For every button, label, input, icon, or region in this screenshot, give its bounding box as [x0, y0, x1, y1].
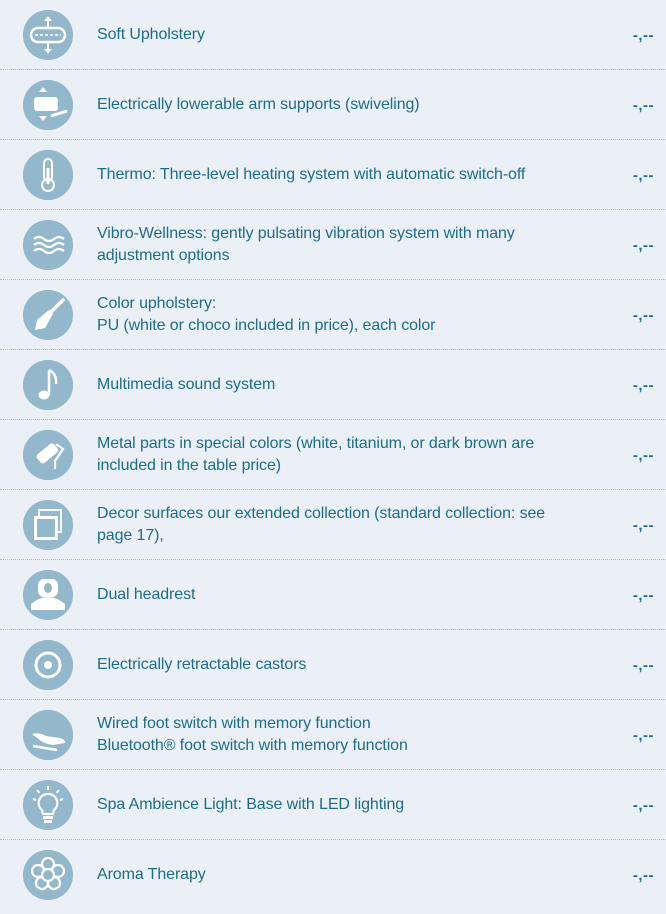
castor-icon — [23, 640, 73, 690]
list-item: Soft Upholstery -,-- — [0, 0, 666, 70]
item-label: Spa Ambience Light: Base with LED lighti… — [97, 796, 405, 813]
options-list: Soft Upholstery -,-- Electrically lowera… — [0, 0, 666, 914]
item-label: Vibro-Wellness: gently pulsating vibrati… — [97, 225, 515, 264]
list-item: Metal parts in special colors (white, ti… — [0, 420, 666, 490]
item-price: -,-- — [632, 306, 654, 324]
item-label: Color upholstery: PU (white or choco incl… — [97, 295, 436, 334]
list-item: Spa Ambience Light: Base with LED lighti… — [0, 770, 666, 840]
item-price: -,-- — [632, 516, 654, 534]
item-price: -,-- — [632, 166, 654, 184]
item-price: -,-- — [632, 656, 654, 674]
item-label: Dual headrest — [97, 586, 196, 603]
vibration-waves-icon — [23, 220, 73, 270]
item-label: Electrically retractable castors — [97, 656, 307, 673]
item-price: -,-- — [632, 376, 654, 394]
list-item: Color upholstery: PU (white or choco incl… — [0, 280, 666, 350]
item-price: -,-- — [632, 586, 654, 604]
thermometer-icon — [23, 150, 73, 200]
item-price: -,-- — [632, 866, 654, 884]
item-label: Electrically lowerable arm supports (swi… — [97, 96, 420, 113]
item-price: -,-- — [632, 96, 654, 114]
item-label: Metal parts in special colors (white, ti… — [97, 435, 535, 474]
list-item: Multimedia sound system -,-- — [0, 350, 666, 420]
item-price: -,-- — [632, 26, 654, 44]
list-item: Wired foot switch with memory function Bl… — [0, 700, 666, 770]
item-price: -,-- — [632, 236, 654, 254]
upholstery-icon — [23, 10, 73, 60]
item-label: Multimedia sound system — [97, 376, 276, 393]
item-label: Thermo: Three-level heating system with … — [97, 166, 526, 183]
flower-icon — [23, 850, 73, 900]
decor-squares-icon — [23, 500, 73, 550]
item-label: Decor surfaces our extended collection (… — [97, 505, 546, 544]
list-item: Electrically lowerable arm supports (swi… — [0, 70, 666, 140]
headrest-icon — [23, 570, 73, 620]
list-item: Vibro-Wellness: gently pulsating vibrati… — [0, 210, 666, 280]
list-item: Decor surfaces our extended collection (… — [0, 490, 666, 560]
item-price: -,-- — [632, 726, 654, 744]
item-label: Wired foot switch with memory function Bl… — [97, 715, 408, 754]
foot-switch-icon — [23, 710, 73, 760]
light-bulb-icon — [23, 780, 73, 830]
paintbrush-icon — [23, 290, 73, 340]
item-price: -,-- — [632, 796, 654, 814]
paint-roller-icon — [23, 430, 73, 480]
list-item: Thermo: Three-level heating system with … — [0, 140, 666, 210]
item-label: Soft Upholstery — [97, 26, 205, 43]
list-item: Dual headrest -,-- — [0, 560, 666, 630]
item-price: -,-- — [632, 446, 654, 464]
list-item: Aroma Therapy -,-- — [0, 840, 666, 910]
music-note-icon — [23, 360, 73, 410]
list-item: Electrically retractable castors -,-- — [0, 630, 666, 700]
item-label: Aroma Therapy — [97, 866, 206, 883]
arm-support-icon — [23, 80, 73, 130]
